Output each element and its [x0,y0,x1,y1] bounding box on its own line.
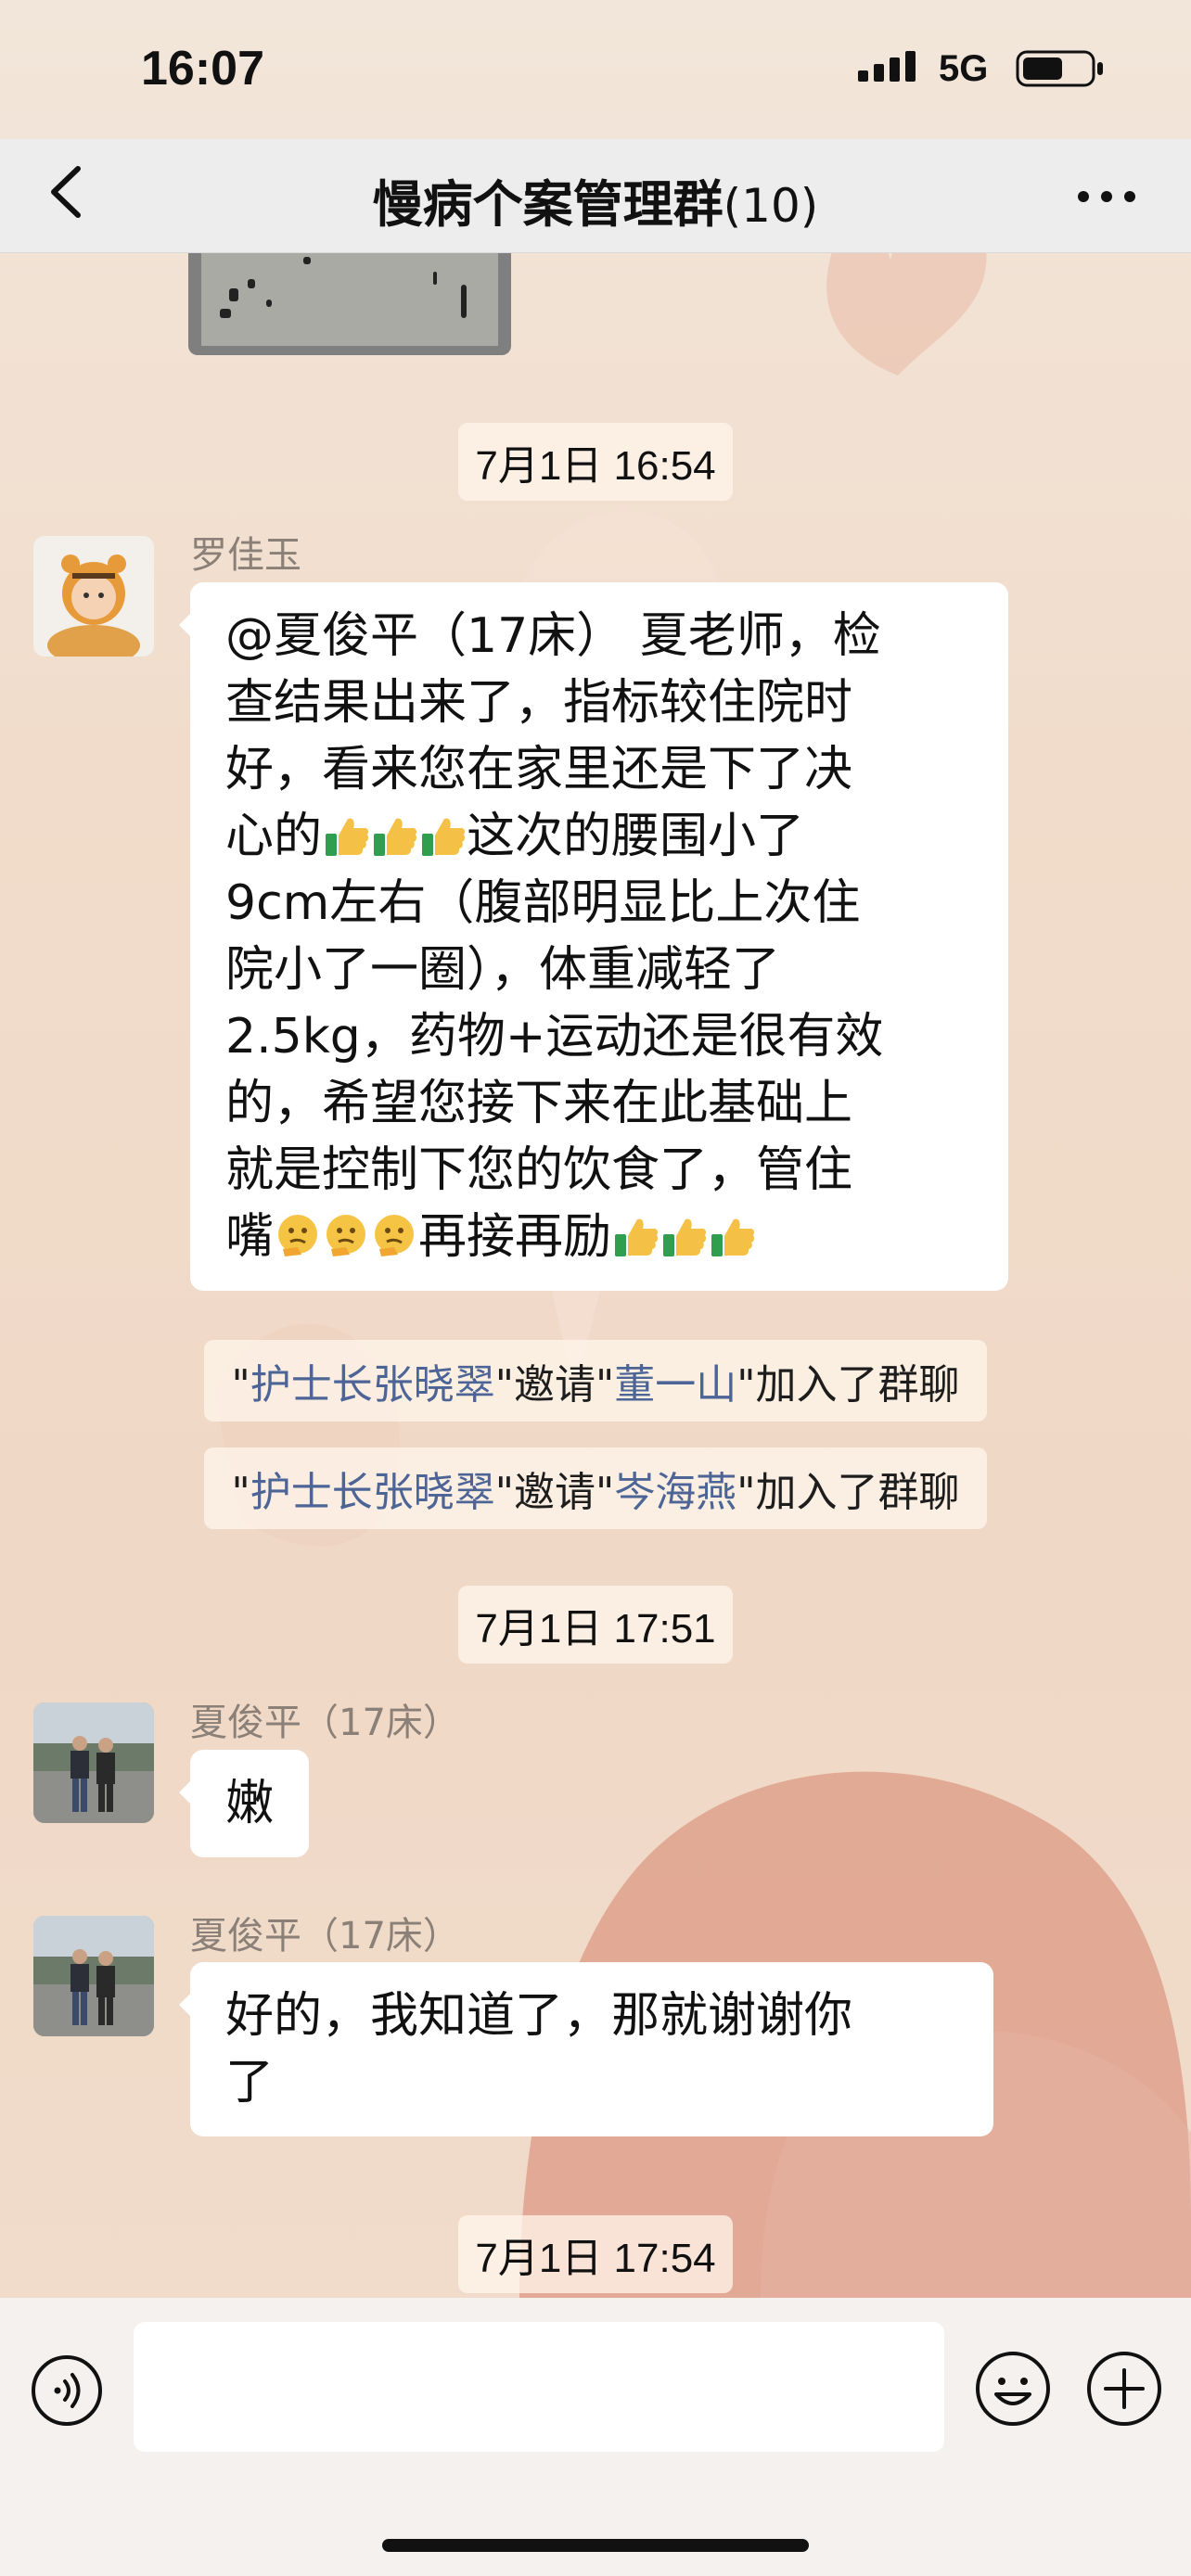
thumbs-up-emoji-icon [711,1218,755,1256]
avatar-couple-icon [33,1702,154,1823]
message-input[interactable] [134,2322,944,2452]
message-line: 查结果出来了，指标较住院时 [225,675,853,731]
message-line: 好的，我知道了，那就谢谢你 [225,1988,853,2044]
avatar[interactable] [33,1916,154,2036]
home-indicator[interactable] [382,2539,809,2552]
group-name: 慢病个案管理群 [372,175,724,234]
message-list[interactable]: 7月1日 16:54 罗佳玉 @夏俊平（17床） 夏老师，检 查结果出来了，指标… [0,253,1191,2293]
timestamp: 7月1日 17:54 [0,2215,1191,2293]
sender-name: 夏俊平（17床） [190,1915,460,1958]
thumbs-up-emoji-icon [422,818,466,856]
chat-header: 慢病个案管理群(10) [0,139,1191,253]
invitee-name[interactable]: 董一山 [614,1361,736,1409]
network-type: 5G [939,48,989,89]
message-bubble[interactable]: @夏俊平（17床） 夏老师，检 查结果出来了，指标较住院时 好，看来您在家里还是… [179,582,1008,1291]
emoji-icon[interactable] [974,2350,1052,2428]
system-message: "护士长张晓翠"邀请"董一山"加入了群聊 [0,1340,1191,1422]
status-bar: 16:07 5G [0,0,1191,139]
message-line: 9cm左右（腹部明显比上次住 [225,875,861,931]
battery-icon [1016,50,1103,87]
status-time: 16:07 [141,42,264,96]
avatar-couple-icon [33,1916,154,2036]
sender-name: 夏俊平（17床） [190,1702,460,1744]
invitee-name[interactable]: 岑海燕 [614,1469,736,1516]
message-text: 嫩 [225,1776,275,1831]
member-count: (10) [723,179,819,233]
message-line: 的，希望您接下来在此基础上 [225,1076,853,1131]
message-line: 好，看来您在家里还是下了决 [225,742,853,797]
thumbs-up-emoji-icon [615,1218,659,1256]
thumbs-up-emoji-icon [374,818,417,856]
input-bar [0,2298,1191,2576]
message-line: 这次的腰围小了 [467,809,805,864]
thumbs-up-emoji-icon [326,818,369,856]
sender-name: 罗佳玉 [190,534,301,577]
inviter-name[interactable]: 护士长张晓翠 [250,1361,495,1409]
message-line: 院小了一圈），体重减轻了 [225,942,781,998]
signal-icon [858,51,916,82]
message-line: 2.5kg，药物+运动还是很有效 [225,1009,884,1065]
image-message[interactable] [188,253,511,355]
plus-icon[interactable] [1085,2350,1163,2428]
system-message: "护士长张晓翠"邀请"岑海燕"加入了群聊 [0,1447,1191,1529]
avatar-baby-icon [33,536,154,657]
avatar[interactable] [33,1702,154,1823]
thumbs-up-emoji-icon [663,1218,707,1256]
thinking-face-emoji-icon [375,1215,415,1256]
message-bubble[interactable]: 好的，我知道了，那就谢谢你 了 [179,1962,993,2136]
message-line: 再接再励 [418,1209,612,1265]
message-line: 嘴 [225,1209,275,1265]
thinking-face-emoji-icon [278,1215,318,1256]
page-title: 慢病个案管理群(10) [0,163,1191,236]
avatar[interactable] [33,536,154,657]
inviter-name[interactable]: 护士长张晓翠 [250,1469,495,1516]
message-line: @夏俊平（17床） 夏老师，检 [225,608,881,664]
voice-icon[interactable] [30,2353,104,2428]
thinking-face-emoji-icon [327,1215,366,1256]
message-line: 心的 [225,809,323,864]
message-line: 了 [225,2055,275,2111]
message-line: 就是控制下您的饮食了，管住 [225,1142,853,1198]
timestamp: 7月1日 17:51 [0,1586,1191,1664]
timestamp: 7月1日 16:54 [0,423,1191,501]
message-bubble[interactable]: 嫩 [178,1750,310,1857]
more-icon[interactable] [1074,178,1139,215]
